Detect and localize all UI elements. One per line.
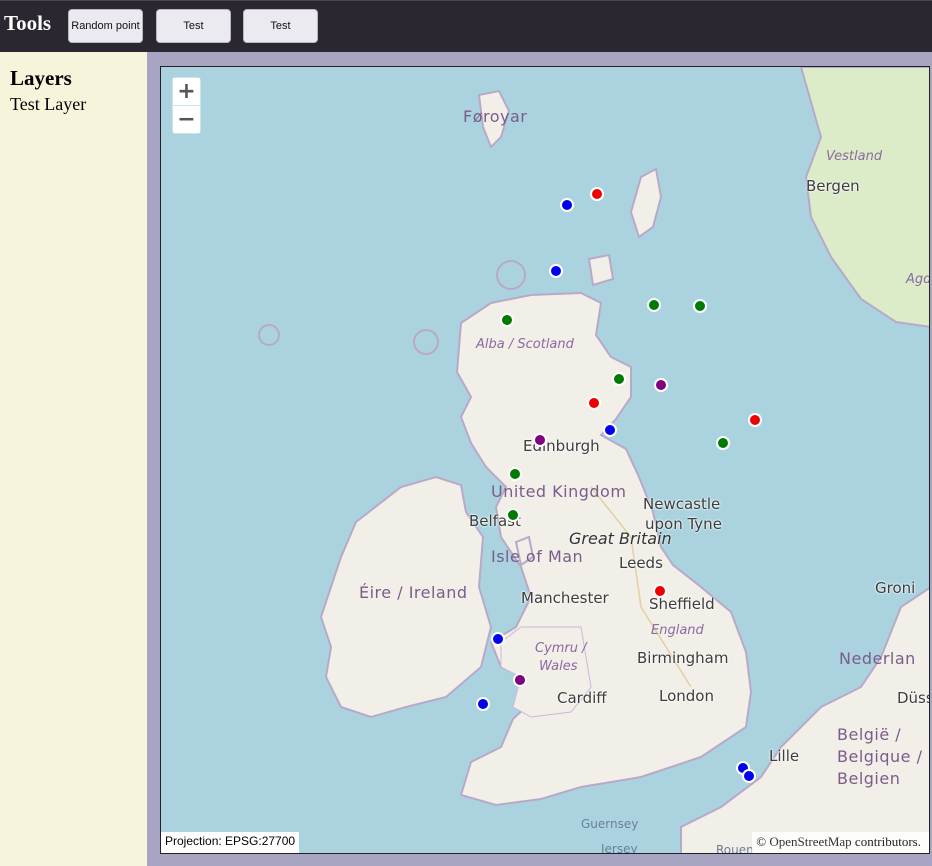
place-leeds: Leeds [619,554,663,572]
place-manchester: Manchester [521,589,609,607]
map-point-green[interactable] [612,372,626,386]
map-point-green[interactable] [716,436,730,450]
place-london: London [659,687,714,705]
map-point-blue[interactable] [491,632,505,646]
layers-title: Layers [10,66,72,90]
place-eire: Éire / Ireland [359,583,468,602]
zoom-control: + − [172,77,201,134]
layer-item-test-layer[interactable]: Test Layer [10,94,86,115]
place-guernsey: Guernsey [581,817,639,831]
attribution-suffix: contributors. [851,834,921,849]
place-agder: Agd [906,272,930,287]
test-button-1[interactable]: Test [156,9,231,43]
place-groningen: Groni [875,579,916,597]
test-button-2[interactable]: Test [243,9,318,43]
map-point-purple[interactable] [513,673,527,687]
place-faroe: Føroyar [463,107,528,126]
map-point-blue[interactable] [560,198,574,212]
place-bergen: Bergen [806,177,860,195]
map-point-blue[interactable] [549,264,563,278]
place-cardiff: Cardiff [557,689,607,707]
map-point-green[interactable] [500,313,514,327]
map-point-purple[interactable] [533,433,547,447]
place-uk: United Kingdom [491,482,627,501]
toolbar: Tools Random point Test Test [0,0,932,52]
random-point-button[interactable]: Random point [68,9,143,43]
place-belgie-1: België / [837,725,902,744]
layers-sidebar: Layers Test Layer [0,52,147,866]
place-lille: Lille [769,747,800,765]
map-point-green[interactable] [506,508,520,522]
land-orkney [587,253,615,287]
place-belgie-3: Belgien [837,769,901,788]
place-dusseldorf: Düss [897,689,929,707]
map-point-red[interactable] [587,396,601,410]
toolbar-title: Tools [4,11,52,35]
map-point-green[interactable] [508,467,522,481]
map-viewport[interactable]: Føroyar Bergen Vestland Agd Alba / Scotland E… [160,66,930,854]
map-point-green[interactable] [647,298,661,312]
zoom-out-button[interactable]: − [173,106,200,133]
place-belgie-2: Belgique / [837,747,923,766]
projection-label: Projection: EPSG:27700 [161,832,300,853]
map-point-red[interactable] [748,413,762,427]
map-point-red[interactable] [590,187,604,201]
place-great-britain: Great Britain [569,529,672,548]
place-nederland: Nederlan [839,649,916,668]
map-point-purple[interactable] [654,378,668,392]
place-rouen: Rouen [716,843,754,854]
attribution: © OpenStreetMap contributors. [752,832,929,853]
osm-link[interactable]: OpenStreetMap [769,834,851,849]
map-point-blue[interactable] [603,423,617,437]
place-cymru-1: Cymru / [535,641,587,656]
place-newcastle-1: Newcastle [643,495,721,513]
place-alba: Alba / Scotland [476,337,574,352]
place-jersey: Jersey [601,842,638,854]
place-isle-of-man: Isle of Man [491,547,584,566]
place-birmingham: Birmingham [637,649,729,667]
map-point-green[interactable] [693,299,707,313]
zoom-in-button[interactable]: + [173,78,200,105]
map-point-red[interactable] [653,584,667,598]
place-cymru-2: Wales [539,659,578,674]
attribution-prefix: © [756,834,770,849]
place-england: England [651,623,704,638]
map-point-blue[interactable] [742,769,756,783]
map-point-blue[interactable] [476,697,490,711]
place-vestland: Vestland [826,149,883,164]
